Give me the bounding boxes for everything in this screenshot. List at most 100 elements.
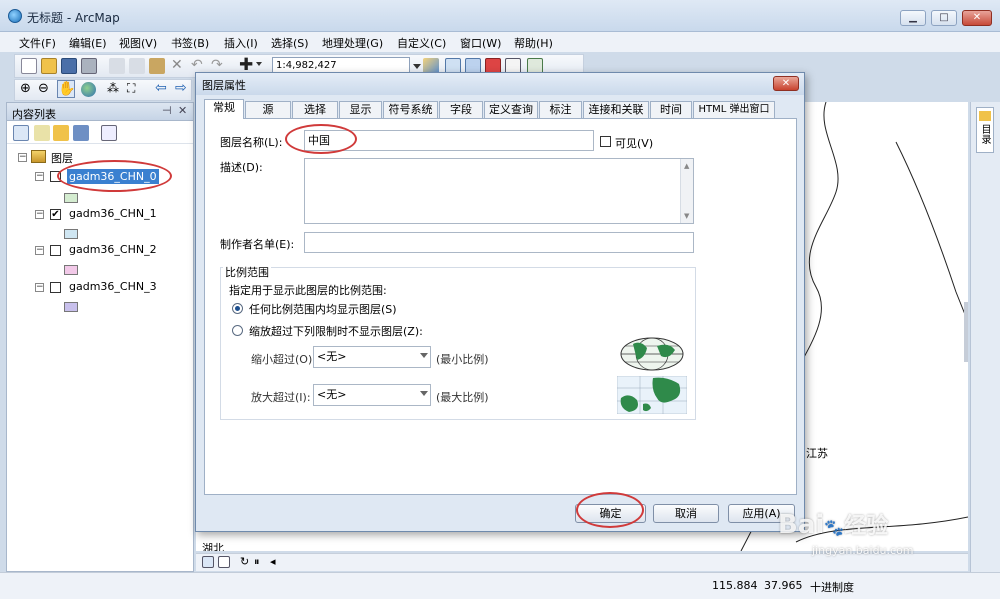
save-icon[interactable] — [61, 58, 77, 74]
add-data-dropdown-icon[interactable] — [256, 62, 262, 66]
credits-label: 制作者名单(E): — [220, 238, 295, 251]
min-scale-value: <无> — [317, 350, 347, 363]
data-view-icon[interactable] — [202, 556, 214, 568]
menu-insert[interactable]: 插入(I) — [224, 35, 258, 51]
dialog-close-button[interactable]: ✕ — [773, 76, 799, 91]
tab-joins-relates[interactable]: 连接和关联 — [583, 101, 649, 118]
window-title: 无标题 - ArcMap — [27, 11, 120, 25]
copy-icon[interactable] — [129, 58, 145, 74]
options-icon[interactable] — [101, 125, 117, 141]
forward-arrow-icon[interactable]: ⇨ — [175, 80, 187, 96]
tab-time[interactable]: 时间 — [650, 101, 692, 118]
tab-source[interactable]: 源 — [245, 101, 291, 118]
description-textarea[interactable]: ▲ ▼ — [304, 158, 694, 224]
tab-general[interactable]: 常规 — [204, 99, 244, 119]
collapse-layer-icon[interactable]: − — [35, 246, 44, 255]
layer-symbol-swatch[interactable] — [64, 302, 78, 312]
pause-drawing-icon[interactable]: ⏸ — [254, 555, 260, 569]
dialog-title-bar[interactable]: 图层属性 ✕ — [196, 73, 804, 95]
tab-definition-query[interactable]: 定义查询 — [484, 101, 538, 118]
scroll-left-icon[interactable]: ◂ — [270, 555, 276, 568]
menu-selection[interactable]: 选择(S) — [271, 35, 309, 51]
layout-view-icon[interactable] — [218, 556, 230, 568]
tab-fields[interactable]: 字段 — [439, 101, 483, 118]
menu-bookmarks[interactable]: 书签(B) — [171, 35, 209, 51]
maximize-button[interactable]: □ — [931, 10, 957, 26]
menu-edit[interactable]: 编辑(E) — [69, 35, 107, 51]
layer-visibility-checkbox[interactable] — [50, 245, 61, 256]
pin-icon[interactable]: ⊣ — [162, 104, 172, 117]
menu-help[interactable]: 帮助(H) — [514, 35, 553, 51]
menu-windows[interactable]: 窗口(W) — [460, 35, 501, 51]
undo-icon[interactable]: ↶ — [191, 57, 203, 73]
cut-icon[interactable] — [109, 58, 125, 74]
small-scale-globe-icon — [620, 337, 684, 371]
menu-bar: 文件(F) 编辑(E) 视图(V) 书签(B) 插入(I) 选择(S) 地理处理… — [0, 32, 1000, 52]
description-scrollbar[interactable]: ▲ ▼ — [680, 159, 693, 223]
close-pane-icon[interactable]: ✕ — [178, 104, 187, 117]
table-of-contents-panel: 内容列表 ⊣ ✕ − 图层 − gadm36_CHN_0 − ✔ gadm36_… — [6, 102, 194, 572]
list-by-visibility-icon[interactable] — [53, 125, 69, 141]
visible-label: 可见(V) — [615, 137, 654, 150]
layer-name-gadm36-chn-2[interactable]: gadm36_CHN_2 — [69, 243, 157, 256]
list-by-selection-icon[interactable] — [73, 125, 89, 141]
full-extent-icon[interactable] — [81, 82, 96, 97]
menu-customize[interactable]: 自定义(C) — [397, 35, 446, 51]
back-arrow-icon[interactable]: ⇦ — [155, 80, 167, 96]
layer-symbol-swatch[interactable] — [64, 229, 78, 239]
list-by-drawing-order-icon[interactable] — [13, 125, 29, 141]
close-window-button[interactable]: ✕ — [962, 10, 992, 26]
visible-checkbox[interactable] — [600, 136, 611, 147]
refresh-icon[interactable]: ↻ — [240, 555, 249, 568]
print-icon[interactable] — [81, 58, 97, 74]
zoom-out-icon[interactable]: ⊖ — [38, 81, 49, 96]
fixed-zoom-in-icon[interactable]: ⁂ — [107, 81, 119, 95]
general-tab-panel: 图层名称(L): 中国 可见(V) 描述(D): ▲ ▼ 制作者名单(E): 比… — [204, 118, 797, 495]
layer-symbol-swatch[interactable] — [64, 265, 78, 275]
cancel-button[interactable]: 取消 — [653, 504, 719, 523]
list-by-source-icon[interactable] — [34, 125, 50, 141]
catalog-tab[interactable]: 目录 — [976, 107, 994, 153]
tab-display[interactable]: 显示 — [339, 101, 382, 118]
layer-visibility-checkbox[interactable]: ✔ — [50, 209, 61, 220]
minimize-button[interactable]: ▁ — [900, 10, 926, 26]
collapse-layer-icon[interactable]: − — [35, 210, 44, 219]
credits-input[interactable] — [304, 232, 694, 253]
paste-icon[interactable] — [149, 58, 165, 74]
layer-name-gadm36-chn-3[interactable]: gadm36_CHN_3 — [69, 280, 157, 293]
chevron-down-icon — [420, 391, 428, 396]
min-scale-combo[interactable]: <无> — [313, 346, 431, 368]
tab-labels[interactable]: 标注 — [539, 101, 582, 118]
layers-root-label[interactable]: 图层 — [51, 150, 73, 166]
tab-html-popup[interactable]: HTML 弹出窗口 — [693, 101, 775, 118]
tab-selection[interactable]: 选择 — [292, 101, 338, 118]
collapse-layers-icon[interactable]: − — [18, 153, 27, 162]
scale-dropdown-icon[interactable] — [413, 64, 421, 69]
radio-any-scale[interactable] — [232, 303, 243, 314]
scroll-down-icon[interactable]: ▼ — [684, 212, 689, 220]
radio-limit-scale[interactable] — [232, 325, 243, 336]
collapse-layer-icon[interactable]: − — [35, 283, 44, 292]
redo-icon[interactable]: ↷ — [211, 57, 223, 73]
scroll-up-icon[interactable]: ▲ — [684, 162, 689, 170]
layer-visibility-checkbox[interactable] — [50, 282, 61, 293]
radio-limit-scale-label: 缩放超过下列限制时不显示图层(Z): — [249, 325, 423, 338]
collapse-layer-icon[interactable]: − — [35, 172, 44, 181]
chevron-down-icon — [420, 353, 428, 358]
map-scrollbar[interactable] — [964, 302, 968, 362]
fixed-zoom-out-icon[interactable]: ⛶ — [127, 81, 135, 96]
new-document-icon[interactable] — [21, 58, 37, 74]
min-scale-hint: (最小比例) — [436, 353, 489, 366]
layer-name-gadm36-chn-1[interactable]: gadm36_CHN_1 — [69, 207, 157, 220]
pan-hand-icon[interactable]: ✋ — [57, 80, 75, 98]
max-scale-value: <无> — [317, 388, 347, 401]
menu-geoprocessing[interactable]: 地理处理(G) — [322, 35, 383, 51]
zoom-in-icon[interactable]: ⊕ — [20, 81, 31, 96]
menu-view[interactable]: 视图(V) — [119, 35, 157, 51]
open-folder-icon[interactable] — [41, 58, 57, 74]
delete-icon[interactable]: ✕ — [171, 57, 183, 73]
tab-symbology[interactable]: 符号系统 — [383, 101, 438, 118]
max-scale-combo[interactable]: <无> — [313, 384, 431, 406]
menu-file[interactable]: 文件(F) — [19, 35, 56, 51]
layer-symbol-swatch[interactable] — [64, 193, 78, 203]
